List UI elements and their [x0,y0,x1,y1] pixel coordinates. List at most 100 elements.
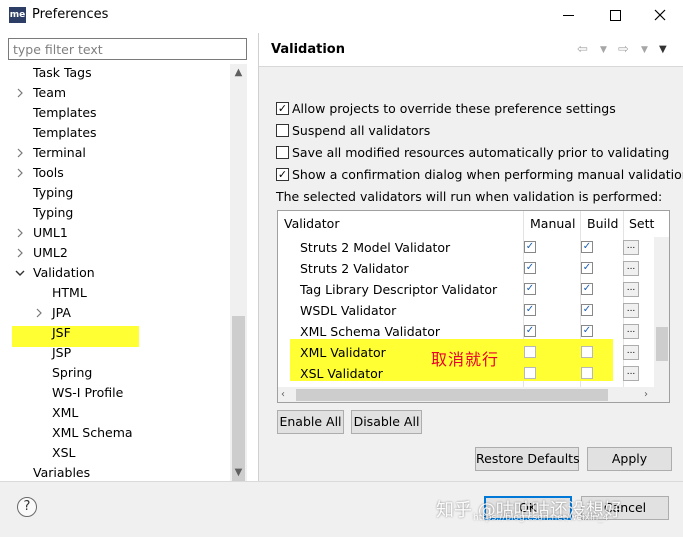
scroll-down-icon[interactable]: ▼ [230,464,247,481]
chevron-right-icon[interactable] [14,163,26,183]
maximize-button[interactable] [592,0,638,30]
checkbox[interactable] [276,123,289,137]
tree-item[interactable]: Team [0,83,230,103]
tree-item-label: JSF [52,325,71,340]
chevron-right-icon[interactable] [33,303,45,323]
table-row[interactable]: Tag Library Descriptor Validator ✓ ✓... [278,279,655,300]
table-horizontal-scrollbar[interactable]: ‹ › [278,387,669,402]
manual-checkbox[interactable]: ✓ [524,325,536,337]
checkbox[interactable] [276,145,289,159]
scroll-left-icon[interactable]: ‹ [281,387,285,402]
scroll-right-icon[interactable]: › [644,387,648,402]
validator-settings-button[interactable]: ... [623,366,639,381]
tree-item[interactable]: HTML [0,283,230,303]
tree-item[interactable]: XML [0,403,230,423]
tree-item[interactable]: Typing [0,203,230,223]
chevron-right-icon[interactable] [14,143,26,163]
table-row[interactable]: Struts 2 Model Validator ✓ ✓... [278,237,655,258]
build-checkbox[interactable]: ✓ [581,304,593,316]
build-checkbox[interactable]: ✓ [581,325,593,337]
validator-name: Tag Library Descriptor Validator [300,282,498,297]
tree-item[interactable]: Typing [0,183,230,203]
minimize-button[interactable] [545,0,591,30]
close-button[interactable] [637,0,683,30]
restore-defaults-button[interactable]: Restore Defaults [475,447,580,471]
validator-name: XML Schema Validator [300,324,440,339]
tree-item[interactable]: UML1 [0,223,230,243]
tree-item[interactable]: Tools [0,163,230,183]
manual-checkbox[interactable]: ✓ [524,241,536,253]
manual-checkbox[interactable]: ✓ [524,304,536,316]
chevron-right-icon[interactable] [14,243,26,263]
validator-settings-button[interactable]: ... [623,261,639,276]
build-checkbox[interactable] [581,346,593,358]
manual-checkbox[interactable]: ✓ [524,283,536,295]
tree-item[interactable]: Spring [0,363,230,383]
filter-input[interactable] [8,38,247,60]
validator-settings-button[interactable]: ... [623,324,639,339]
table-hscroll-thumb[interactable] [296,389,608,401]
tree-item[interactable]: Task Tags [0,64,230,83]
tree-scroll-thumb[interactable] [232,316,245,482]
validator-settings-button[interactable]: ... [623,240,639,255]
manual-checkbox[interactable] [524,346,536,358]
table-vscroll-thumb[interactable] [656,327,668,361]
tree-item[interactable]: Terminal [0,143,230,163]
tree-item[interactable]: Variables [0,463,230,481]
back-menu-icon[interactable]: ▼ [600,45,607,55]
apply-button[interactable]: Apply [587,447,672,471]
tree-item[interactable]: UML2 [0,243,230,263]
tree-item[interactable]: JSP [0,343,230,363]
table-row[interactable]: WSDL Validator ✓ ✓... [278,300,655,321]
checkbox[interactable]: ✓ [276,101,289,115]
column-header-build[interactable]: Build [587,211,627,237]
tree-scrollbar[interactable]: ▲ ▼ [230,64,247,482]
help-icon[interactable]: ? [17,497,37,517]
column-header-settings[interactable]: Setti [629,211,655,237]
manual-checkbox[interactable] [524,367,536,379]
build-checkbox[interactable]: ✓ [581,283,593,295]
tree-item[interactable]: XSL [0,443,230,463]
build-checkbox[interactable]: ✓ [581,262,593,274]
view-menu-icon[interactable]: ▼ [659,44,667,55]
check-icon: ✓ [277,167,288,181]
column-header-validator[interactable]: Validator [284,211,520,237]
table-row[interactable]: Struts 2 Validator ✓ ✓... [278,258,655,279]
forward-menu-icon[interactable]: ▼ [641,45,648,55]
tree-item[interactable]: XML Schema [0,423,230,443]
tree-item[interactable]: Templates [0,103,230,123]
option-allow-override[interactable]: ✓ Allow projects to override these prefe… [276,98,616,118]
manual-checkbox[interactable]: ✓ [524,262,536,274]
build-checkbox[interactable]: ✓ [581,241,593,253]
tree-item[interactable]: WS-I Profile [0,383,230,403]
tree-item[interactable]: JPA [0,303,230,323]
tree-item-label: Templates [33,105,97,120]
option-suspend-validators[interactable]: Suspend all validators [276,120,430,140]
build-checkbox[interactable] [581,367,593,379]
validator-settings-button[interactable]: ... [623,345,639,360]
validator-settings-button[interactable]: ... [623,303,639,318]
option-label: Suspend all validators [292,122,431,138]
tree-item-label: XSL [52,445,76,460]
validator-settings-button[interactable]: ... [623,282,639,297]
column-header-manual[interactable]: Manual [530,211,580,237]
table-vertical-scrollbar[interactable] [654,237,669,387]
option-confirmation-dialog[interactable]: ✓ Show a confirmation dialog when perfor… [276,164,683,184]
forward-arrow-icon[interactable]: ⇨ [618,42,629,57]
scroll-up-icon[interactable]: ▲ [230,64,247,81]
enable-all-button[interactable]: Enable All [277,410,344,434]
chevron-right-icon[interactable] [14,83,26,103]
tree-item-label: Templates [33,125,97,140]
chevron-right-icon[interactable] [14,223,26,243]
validator-name: Struts 2 Model Validator [300,240,451,255]
disable-all-button[interactable]: Disable All [351,410,422,434]
tree-item[interactable]: JSF [0,323,230,343]
tree-item-label: JSP [52,345,72,360]
back-arrow-icon[interactable]: ⇦ [577,42,588,57]
checkbox[interactable]: ✓ [276,167,289,181]
tree-item[interactable]: Validation [0,263,230,283]
table-row[interactable]: XML Schema Validator ✓ ✓... [278,321,655,342]
chevron-down-icon[interactable] [14,263,26,283]
option-save-modified[interactable]: Save all modified resources automaticall… [276,142,669,162]
tree-item[interactable]: Templates [0,123,230,143]
